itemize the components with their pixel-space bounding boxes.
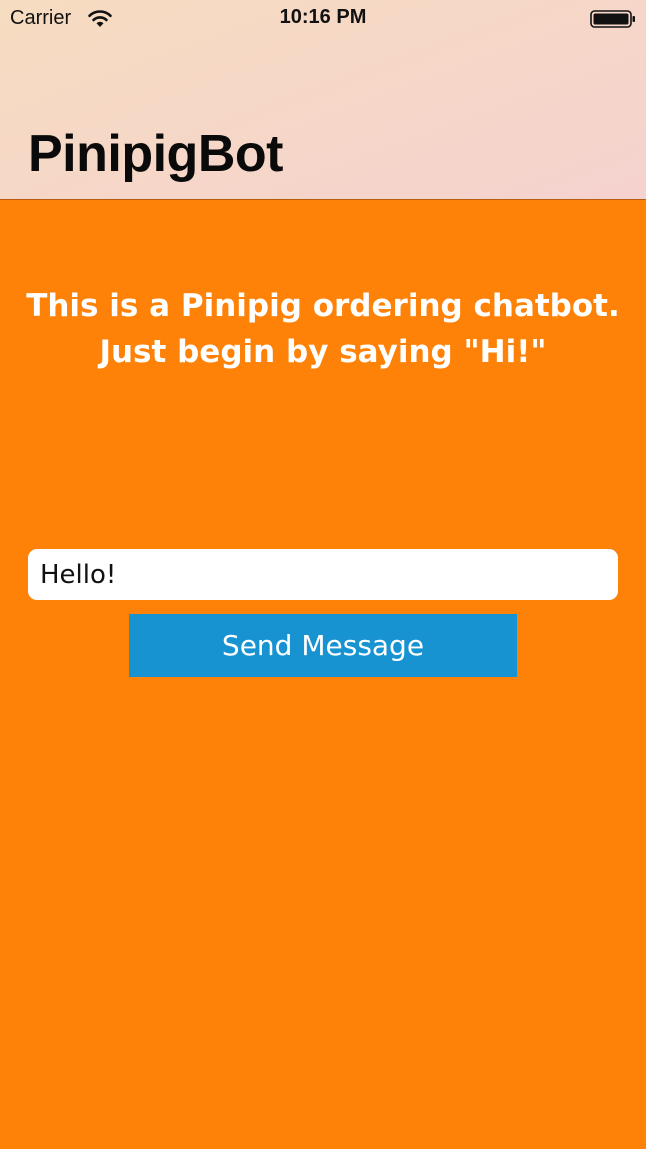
page-title: PinipigBot <box>28 125 283 183</box>
battery-full-icon <box>590 10 635 28</box>
status-bar: Carrier 10:16 PM <box>0 0 646 40</box>
app-screen: Carrier 10:16 PM PinipigBot This is a Pi… <box>0 0 646 1149</box>
intro-message: This is a Pinipig ordering chatbot. Just… <box>20 283 626 375</box>
intro-line-1: This is a Pinipig ordering chatbot. <box>26 288 620 324</box>
intro-line-2: Just begin by saying "Hi!" <box>99 334 547 370</box>
navigation-header: Carrier 10:16 PM PinipigBot <box>0 0 646 200</box>
status-time: 10:16 PM <box>279 6 367 28</box>
message-input[interactable] <box>28 549 618 600</box>
send-message-button[interactable]: Send Message <box>129 614 517 677</box>
